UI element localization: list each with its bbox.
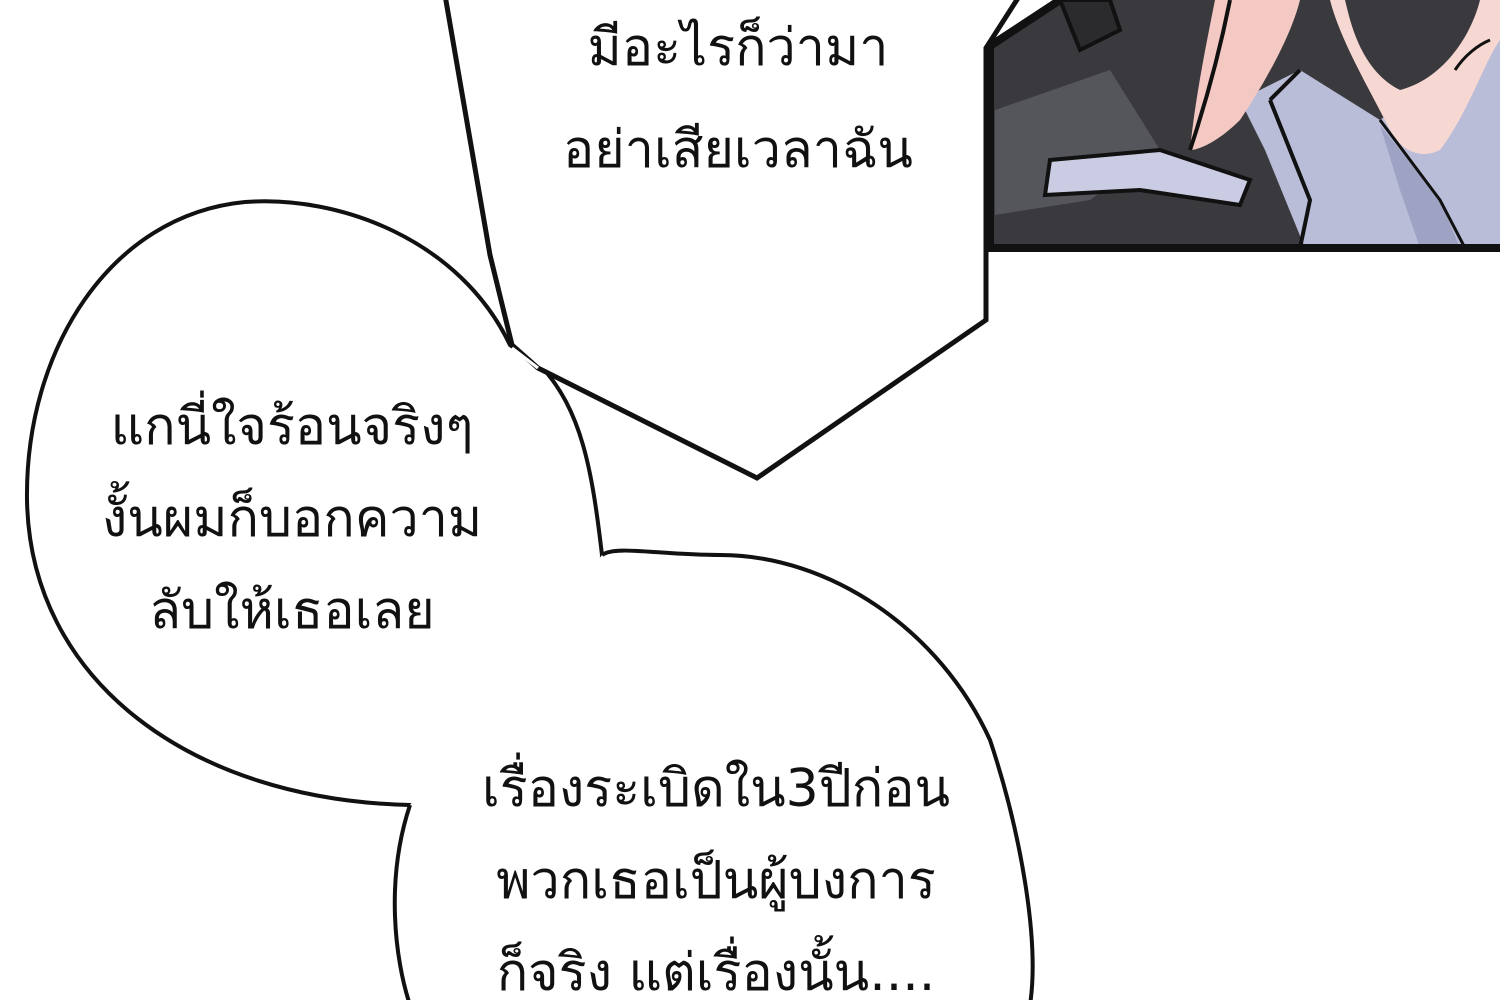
character-panel xyxy=(986,0,1500,252)
comic-page: มีอะไรก็ว่ามา อย่าเสียเวลาฉัน แกนี่ใจร้อ… xyxy=(0,0,1500,1000)
comic-artwork xyxy=(24,0,1500,1000)
